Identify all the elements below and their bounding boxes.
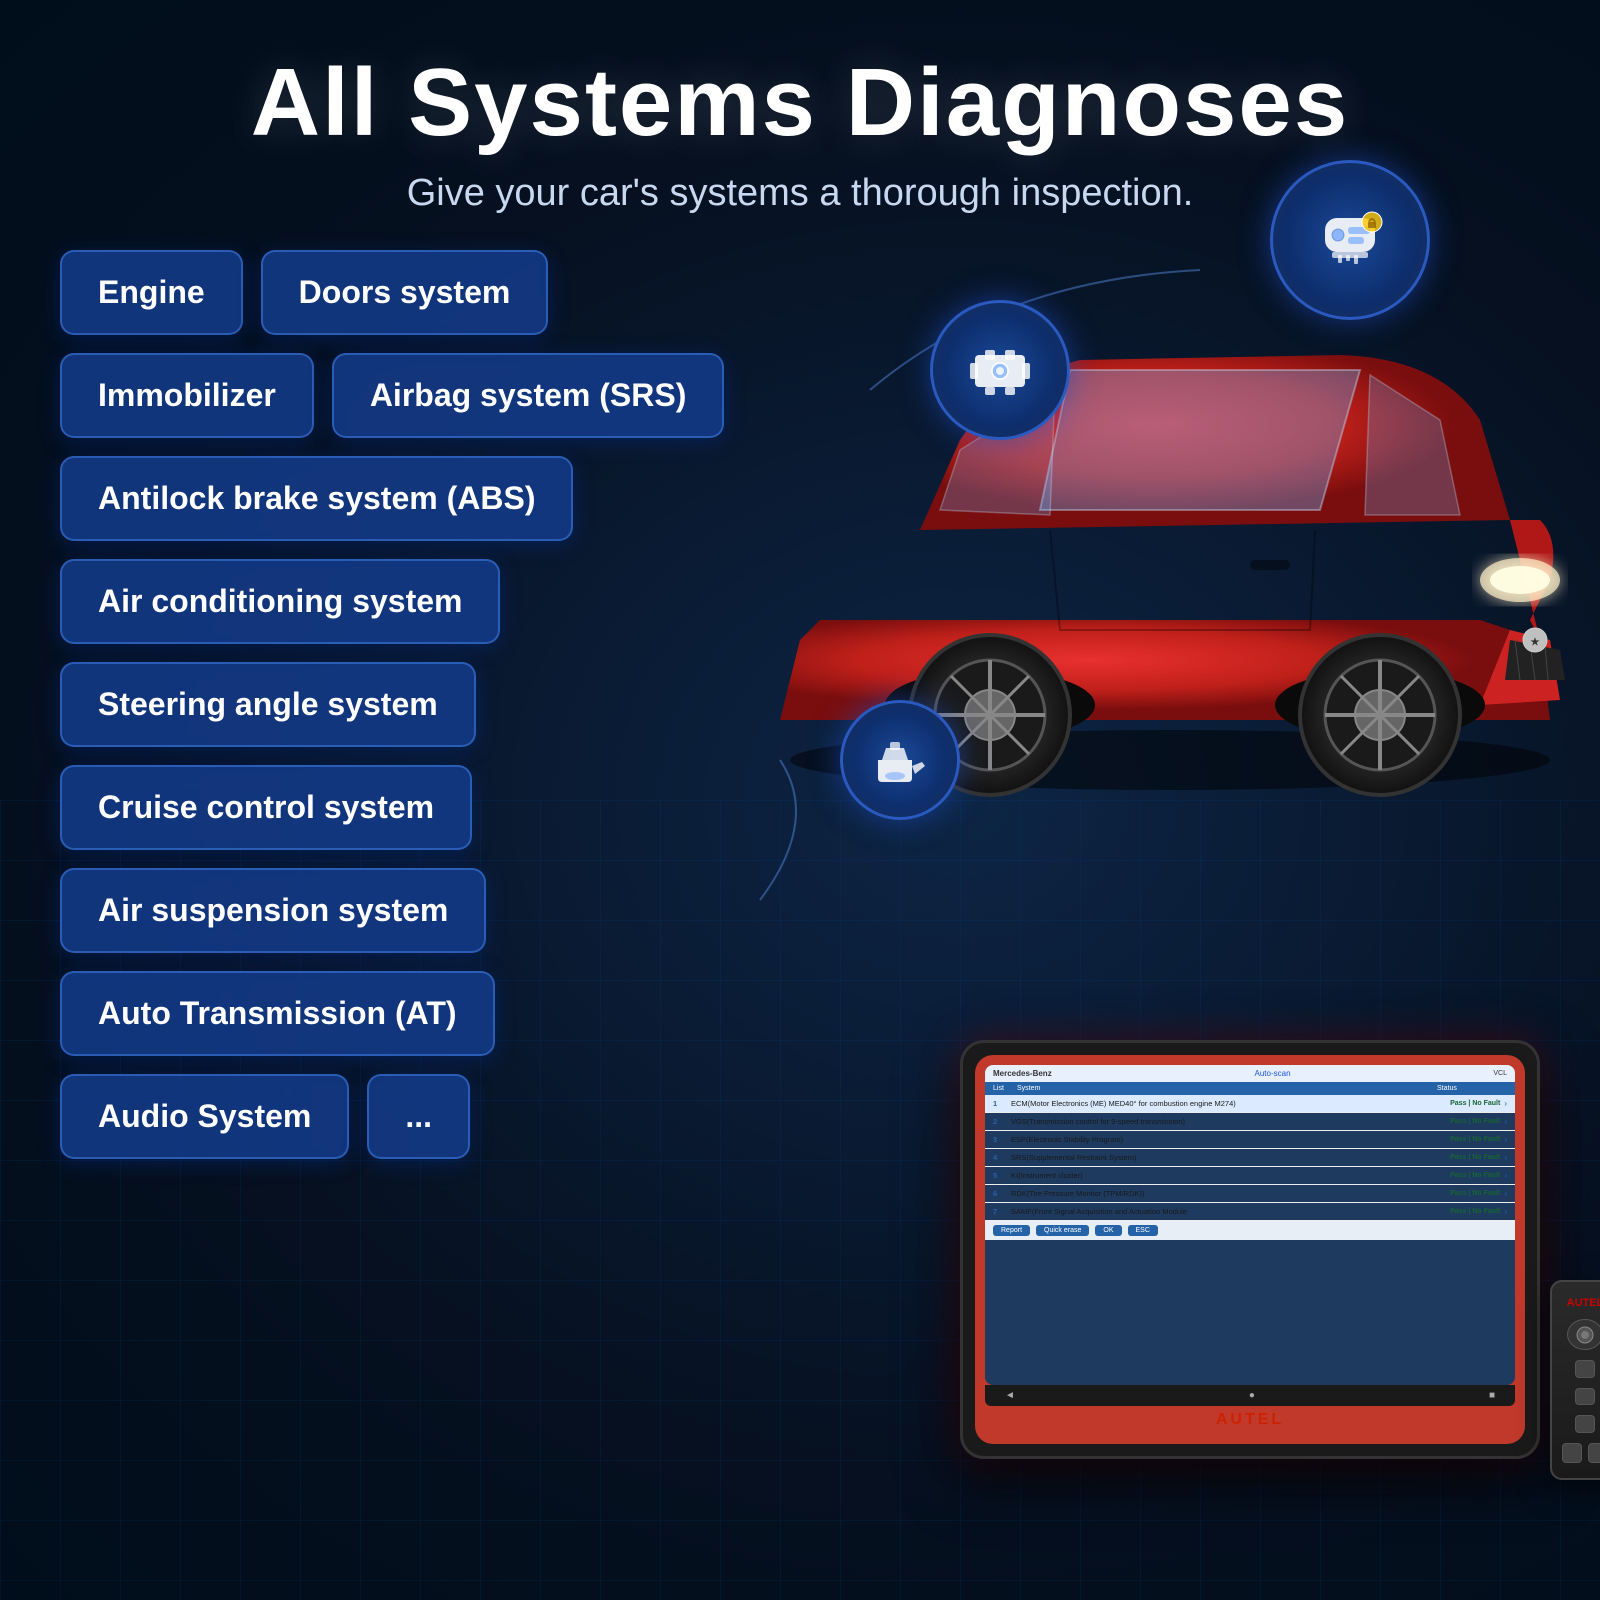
row-num: 3: [993, 1135, 1011, 1144]
systems-row-9: Audio System ...: [60, 1074, 724, 1159]
screen-toolbar-label: Auto-scan: [1255, 1069, 1291, 1078]
row-status: Pass | No Fault: [1450, 1154, 1500, 1161]
row-status: Pass | No Fault: [1450, 1136, 1500, 1143]
oil-badge: [840, 700, 960, 820]
tablet-outer-frame: Mercedes-Benz Auto-scan VCL List System …: [960, 1040, 1540, 1459]
system-pill-doors: Doors system: [261, 250, 549, 335]
row-num: 4: [993, 1153, 1011, 1162]
screen-table-row: 7 SAMF(Front Signal Acquisition and Actu…: [985, 1203, 1515, 1221]
row-name: SAMF(Front Signal Acquisition and Actuat…: [1011, 1207, 1450, 1216]
system-pill-ac: Air conditioning system: [60, 559, 500, 644]
system-pill-suspension: Air suspension system: [60, 868, 486, 953]
row-arrow[interactable]: ›: [1504, 1153, 1507, 1162]
systems-row-3: Antilock brake system (ABS): [60, 456, 724, 541]
systems-panel: Engine Doors system Immobilizer Airbag s…: [60, 250, 724, 1159]
row-status: Pass | No Fault: [1450, 1118, 1500, 1125]
row-num: 5: [993, 1171, 1011, 1180]
screen-table-row: 4 SRS(Supplemental Restraint System) Pas…: [985, 1149, 1515, 1167]
systems-row-7: Air suspension system: [60, 868, 724, 953]
systems-row-2: Immobilizer Airbag system (SRS): [60, 353, 724, 438]
row-name: ECM(Motor Electronics (ME) MED40° for co…: [1011, 1099, 1450, 1108]
screen-table-header: List System Status: [985, 1082, 1515, 1095]
remote-btn-1: [1575, 1360, 1595, 1378]
row-arrow[interactable]: ›: [1504, 1099, 1507, 1108]
svg-text:★: ★: [1531, 637, 1540, 648]
ok-button[interactable]: OK: [1095, 1225, 1121, 1236]
screen-footer: Report Quick erase OK ESC: [985, 1221, 1515, 1240]
row-arrow[interactable]: ›: [1504, 1189, 1507, 1198]
row-name: ESP(Electronic Stability Program): [1011, 1135, 1450, 1144]
row-arrow[interactable]: ›: [1504, 1207, 1507, 1216]
row-status: Pass | No Fault: [1450, 1100, 1500, 1107]
row-num: 7: [993, 1207, 1011, 1216]
row-arrow[interactable]: ›: [1504, 1171, 1507, 1180]
screen-table-row: 3 ESP(Electronic Stability Program) Pass…: [985, 1131, 1515, 1149]
system-pill-transmission: Auto Transmission (AT): [60, 971, 495, 1056]
row-name: SRS(Supplemental Restraint System): [1011, 1153, 1450, 1162]
row-arrow[interactable]: ›: [1504, 1117, 1507, 1126]
remote-main-button: [1567, 1319, 1600, 1350]
systems-row-5: Steering angle system: [60, 662, 724, 747]
systems-row-6: Cruise control system: [60, 765, 724, 850]
report-button[interactable]: Report: [993, 1225, 1030, 1236]
row-status: Pass | No Fault: [1450, 1208, 1500, 1215]
remote-btn-row: [1562, 1443, 1600, 1463]
key-icon: [1310, 200, 1390, 280]
screen-table-body: 1 ECM(Motor Electronics (ME) MED40° for …: [985, 1095, 1515, 1221]
remote-brand: AUTEL: [1567, 1297, 1600, 1309]
system-pill-cruise: Cruise control system: [60, 765, 472, 850]
remote-btn-5: [1588, 1443, 1600, 1463]
row-status: Pass | No Fault: [1450, 1172, 1500, 1179]
tablet-red-frame: Mercedes-Benz Auto-scan VCL List System …: [975, 1055, 1525, 1444]
row-status: Pass | No Fault: [1450, 1190, 1500, 1197]
systems-row-8: Auto Transmission (AT): [60, 971, 724, 1056]
row-num: 6: [993, 1189, 1011, 1198]
autel-brand-label: AUTEL: [985, 1406, 1515, 1434]
system-pill-steering: Steering angle system: [60, 662, 476, 747]
remote-btn-3: [1575, 1415, 1595, 1433]
remote-device: AUTEL: [1550, 1280, 1600, 1480]
remote-btn-2: [1575, 1388, 1595, 1406]
system-pill-airbag: Airbag system (SRS): [332, 353, 725, 438]
system-pill-engine: Engine: [60, 250, 243, 335]
tablet-screen: Mercedes-Benz Auto-scan VCL List System …: [985, 1065, 1515, 1385]
row-arrow[interactable]: ›: [1504, 1135, 1507, 1144]
screen-vcl-label: VCL: [1493, 1070, 1507, 1077]
quick-erase-button[interactable]: Quick erase: [1036, 1225, 1089, 1236]
esc-button[interactable]: ESC: [1128, 1225, 1158, 1236]
system-pill-more: ...: [367, 1074, 470, 1159]
systems-row-1: Engine Doors system: [60, 250, 724, 335]
screen-header-bar: Mercedes-Benz Auto-scan VCL: [985, 1065, 1515, 1082]
row-num: 1: [993, 1099, 1011, 1108]
engine-badge: [930, 300, 1070, 440]
screen-table-row: 5 KI(Instrument cluster) Pass | No Fault…: [985, 1167, 1515, 1185]
screen-table-row: 1 ECM(Motor Electronics (ME) MED40° for …: [985, 1095, 1515, 1113]
tablet-nav-bar: ◄ ● ■: [985, 1385, 1515, 1406]
row-name: RDK(Tire Pressure Monitor (TPM/RDK)): [1011, 1189, 1450, 1198]
page-content: All Systems Diagnoses Give your car's sy…: [0, 0, 1600, 1600]
oil-icon: [870, 730, 930, 790]
engine-icon: [965, 335, 1035, 405]
row-name: VGS(Transmission control for 9-speed tra…: [1011, 1117, 1450, 1126]
systems-row-4: Air conditioning system: [60, 559, 724, 644]
screen-table-row: 2 VGS(Transmission control for 9-speed t…: [985, 1113, 1515, 1131]
remote-btn-4: [1562, 1443, 1582, 1463]
row-name: KI(Instrument cluster): [1011, 1171, 1450, 1180]
system-pill-audio: Audio System: [60, 1074, 349, 1159]
system-pill-abs: Antilock brake system (ABS): [60, 456, 573, 541]
screen-table-row: 6 RDK(Tire Pressure Monitor (TPM/RDK)) P…: [985, 1185, 1515, 1203]
tablet-device: Mercedes-Benz Auto-scan VCL List System …: [960, 1040, 1540, 1520]
system-pill-immobilizer: Immobilizer: [60, 353, 314, 438]
key-badge: [1270, 160, 1430, 320]
screen-brand-label: Mercedes-Benz: [993, 1069, 1052, 1078]
row-num: 2: [993, 1117, 1011, 1126]
